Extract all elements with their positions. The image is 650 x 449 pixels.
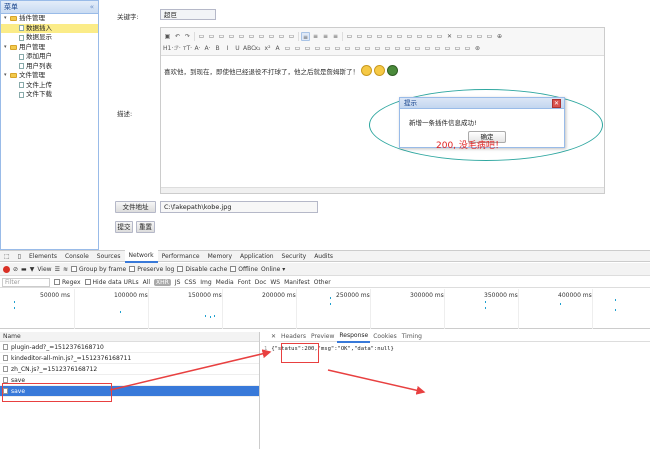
arrow-to-annotation xyxy=(327,369,426,395)
arrow-to-response xyxy=(109,349,272,391)
annotation-text: 200, 没毛病吧！ xyxy=(436,141,504,151)
annotation-arrows xyxy=(109,349,426,395)
